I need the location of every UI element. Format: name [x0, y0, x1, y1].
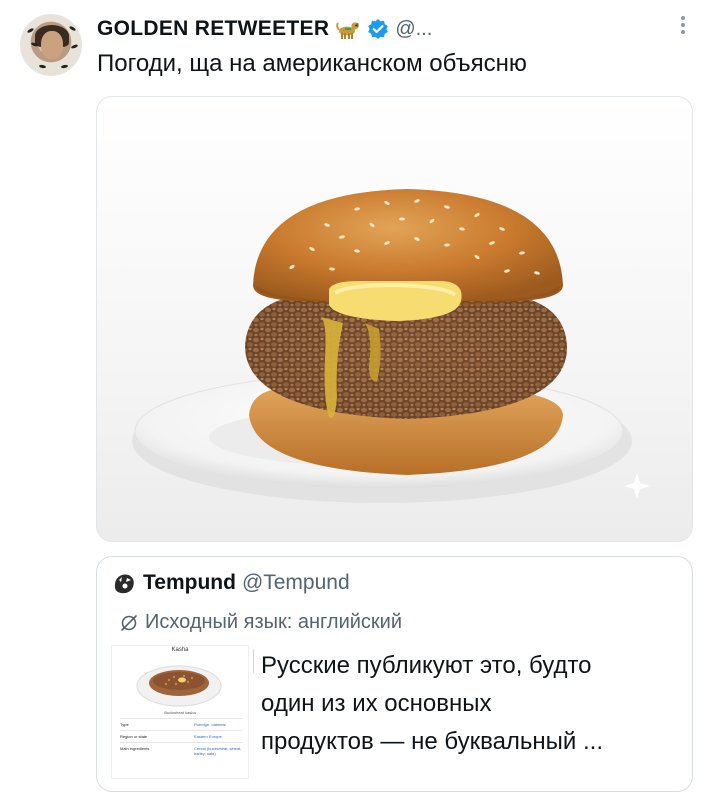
quoted-text-line: один из их основных — [261, 690, 492, 717]
quoted-text-divider — [253, 649, 254, 673]
author-avatar[interactable] — [20, 14, 82, 76]
translation-label: Исходный язык: английский — [145, 611, 403, 633]
infobox-value: Cereal (buckwheat, wheat, barley, oats) — [194, 746, 242, 756]
avatar-face — [41, 31, 63, 59]
quoted-author-avatar[interactable] — [111, 570, 137, 596]
avatar-bird-icon — [70, 43, 79, 50]
more-options-icon[interactable] — [678, 16, 688, 40]
infobox-label: Region or state — [120, 734, 148, 739]
infobox-label: Type — [120, 722, 129, 727]
tweet-media-image[interactable] — [96, 96, 693, 542]
infobox-row: Region or state Eastern Europe — [120, 730, 242, 742]
buckwheat-burger-image — [132, 189, 650, 503]
thumbnail-infobox: Type Porridge, oatmeal Region or state E… — [120, 718, 242, 759]
quoted-author-handle[interactable]: @Tempund — [242, 571, 350, 595]
avatar-bird-icon — [68, 25, 77, 32]
thumbnail-title: Kasha — [171, 647, 189, 653]
translate-icon — [121, 614, 137, 631]
quoted-tweet-header: Tempund @Tempund — [111, 570, 350, 596]
kasha-bowl-image — [136, 665, 222, 707]
quoted-author-name[interactable]: Tempund — [143, 571, 236, 595]
author-handle[interactable]: @... — [395, 18, 432, 41]
avatar-bird-icon — [60, 64, 69, 69]
quoted-text-line: продуктов — не буквальный ... — [261, 728, 603, 755]
infobox-value: Porridge, oatmeal — [194, 722, 226, 727]
verified-badge-icon — [368, 19, 389, 39]
infobox-row: Main ingredients Cereal (buckwheat, whea… — [120, 742, 242, 759]
quoted-tweet-card[interactable]: Tempund @Tempund Исходный язык: английск… — [96, 556, 693, 792]
translation-notice[interactable]: Исходный язык: английский — [119, 611, 402, 634]
infobox-label: Main ingredients — [120, 746, 150, 751]
quoted-tweet-thumbnail[interactable]: Kasha Buckwheat kasha Type Porridge, oat… — [111, 645, 249, 779]
infobox-value: Eastern Europe — [194, 734, 222, 739]
author-display-name[interactable]: GOLDEN RETWEETER — [97, 17, 329, 41]
thumbnail-caption: Buckwheat kasha — [164, 710, 196, 715]
tweet-header: GOLDEN RETWEETER @... — [97, 14, 432, 44]
quoted-text-line: Русские публикуют это, будто — [261, 652, 592, 679]
dog-emoji-icon — [336, 22, 359, 39]
infobox-row: Type Porridge, oatmeal — [120, 718, 242, 730]
tweet-text: Погоди, ща на американском объясню — [97, 50, 527, 77]
avatar-bird-icon — [38, 64, 47, 69]
quoted-tweet-text: Русские публикуют это, будто один из их … — [261, 647, 686, 761]
avatar-bird-icon — [26, 27, 35, 34]
